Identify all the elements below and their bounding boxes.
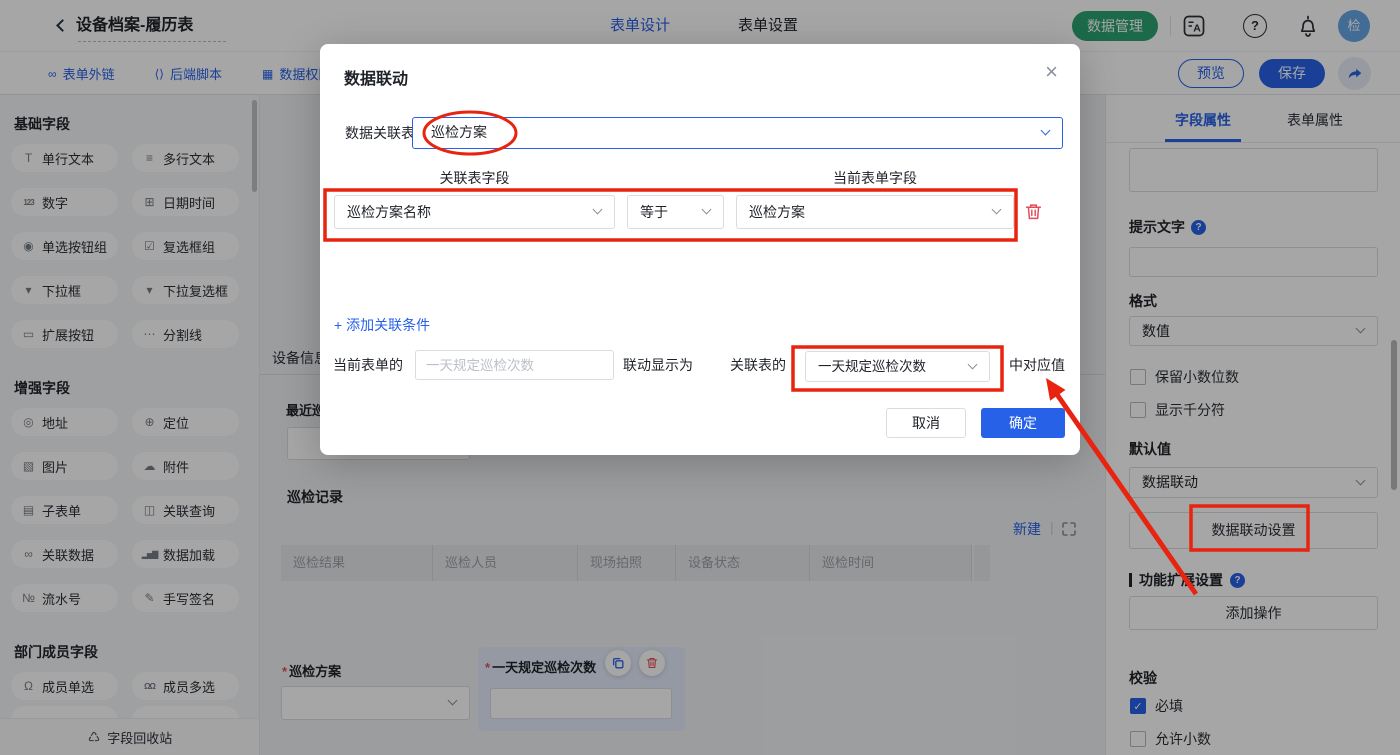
column-header-related-field: 关联表字段 (439, 170, 510, 186)
related-table-label: 关联表的 (730, 357, 786, 373)
relation-table-select[interactable]: 巡检方案 (412, 117, 1063, 149)
suffix-label: 中对应值 (1009, 357, 1065, 373)
confirm-button[interactable]: 确定 (981, 408, 1065, 438)
condition-target-select[interactable]: 巡检方案 (736, 195, 1014, 229)
app-root: 设备档案-履历表 表单设计 表单设置 数据管理 A ? 检 ∞ 表单外链 ⟨⟩ 后端… (0, 0, 1400, 755)
related-field-select[interactable]: 一天规定巡检次数 (805, 351, 990, 382)
column-header-current-field: 当前表单字段 (833, 170, 917, 186)
display-as-label: 联动显示为 (623, 357, 693, 373)
chevron-down-icon (967, 359, 978, 369)
chevron-down-icon (701, 204, 712, 215)
current-form-label: 当前表单的 (333, 357, 403, 373)
chevron-down-icon (991, 204, 1002, 215)
relation-table-label: 数据关联表 (345, 125, 415, 141)
delete-condition-button[interactable] (1024, 202, 1043, 221)
close-icon[interactable]: × (1045, 58, 1058, 86)
data-linkage-modal: 数据联动 × 数据关联表 巡检方案 关联表字段 当前表单字段 巡检方案名称 等于… (320, 44, 1080, 455)
condition-field-select[interactable]: 巡检方案名称 (334, 195, 615, 229)
trash-icon (1025, 204, 1042, 220)
modal-title: 数据联动 (344, 71, 409, 88)
chevron-down-icon (592, 204, 603, 215)
cancel-button[interactable]: 取消 (886, 408, 966, 438)
chevron-down-icon (1040, 125, 1051, 136)
current-field-input[interactable] (415, 350, 614, 380)
condition-operator-select[interactable]: 等于 (627, 195, 724, 229)
add-condition-link[interactable]: + 添加关联条件 (334, 315, 430, 335)
